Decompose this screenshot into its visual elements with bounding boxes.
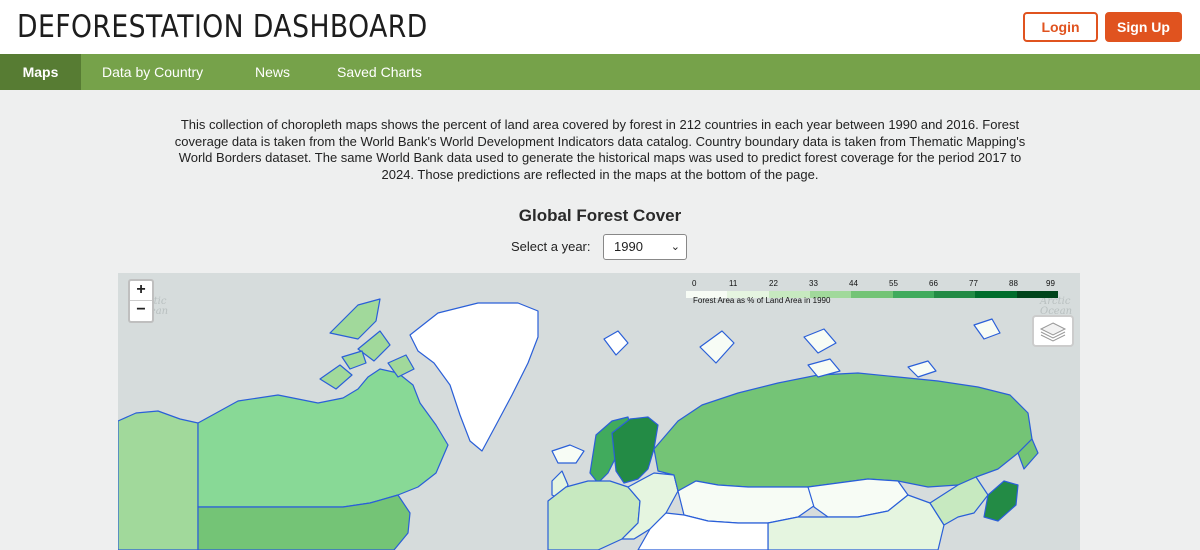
year-select[interactable]: 1990 ⌄ (603, 234, 687, 260)
map-legend: 0 11 22 33 44 55 66 77 88 99 Forest Area… (686, 279, 1058, 309)
legend-tick: 77 (969, 279, 978, 288)
map-region-western-europe (547, 480, 641, 550)
map-region-svalbard (603, 330, 629, 356)
chevron-down-icon: ⌄ (670, 241, 680, 253)
map-region-iceland (551, 444, 585, 464)
map-region-alaska (118, 410, 199, 550)
main-nav: Maps Data by Country News Saved Charts (0, 54, 1200, 90)
legend-tick: 0 (692, 279, 697, 288)
legend-tick: 11 (729, 279, 738, 288)
legend-swatch (892, 291, 934, 298)
map-title: Global Forest Cover (518, 206, 682, 225)
legend-swatch (975, 291, 1017, 298)
legend-tick: 99 (1046, 279, 1055, 288)
legend-tick: 88 (1009, 279, 1018, 288)
map-region-canada (197, 368, 449, 508)
zoom-out-button[interactable]: − (130, 301, 152, 321)
legend-tick: 66 (929, 279, 938, 288)
nav-news[interactable]: News (255, 54, 290, 90)
login-button[interactable]: Login (1023, 12, 1098, 42)
legend-tick: 44 (849, 279, 858, 288)
world-map-shapes (118, 298, 1039, 550)
map-region-arctic-islands (329, 298, 381, 340)
legend-tick: 55 (889, 279, 898, 288)
map-region-scandinavia (611, 416, 659, 484)
layers-button[interactable] (1032, 315, 1074, 347)
header-bar: DEFORESTATION DASHBOARD Login Sign Up (0, 0, 1200, 54)
choropleth-map[interactable]: Arctic Ocean Arctic Ocean + − 0 11 22 33… (118, 273, 1080, 550)
legend-caption: Forest Area as % of Land Area in 1990 (693, 296, 831, 305)
year-select-value: 1990 (614, 239, 643, 254)
zoom-in-button[interactable]: + (130, 281, 152, 301)
map-region-novaya-zemlya (699, 330, 735, 364)
zoom-control: + − (128, 279, 154, 323)
map-region-japan (983, 480, 1019, 522)
layers-icon (1039, 322, 1067, 342)
legend-swatch (933, 291, 976, 298)
legend-swatch (1016, 291, 1058, 298)
legend-tick: 33 (809, 279, 818, 288)
map-region-russia (653, 372, 1033, 492)
intro-paragraph: This collection of choropleth maps shows… (174, 117, 1026, 182)
legend-tick: 22 (769, 279, 778, 288)
site-title: DEFORESTATION DASHBOARD (17, 9, 428, 45)
legend-swatch (851, 291, 893, 298)
nav-saved-charts[interactable]: Saved Charts (337, 54, 422, 90)
nav-maps[interactable]: Maps (0, 54, 81, 90)
signup-button[interactable]: Sign Up (1105, 12, 1182, 42)
nav-data-by-country[interactable]: Data by Country (102, 54, 203, 90)
year-select-label: Select a year: (511, 239, 591, 254)
